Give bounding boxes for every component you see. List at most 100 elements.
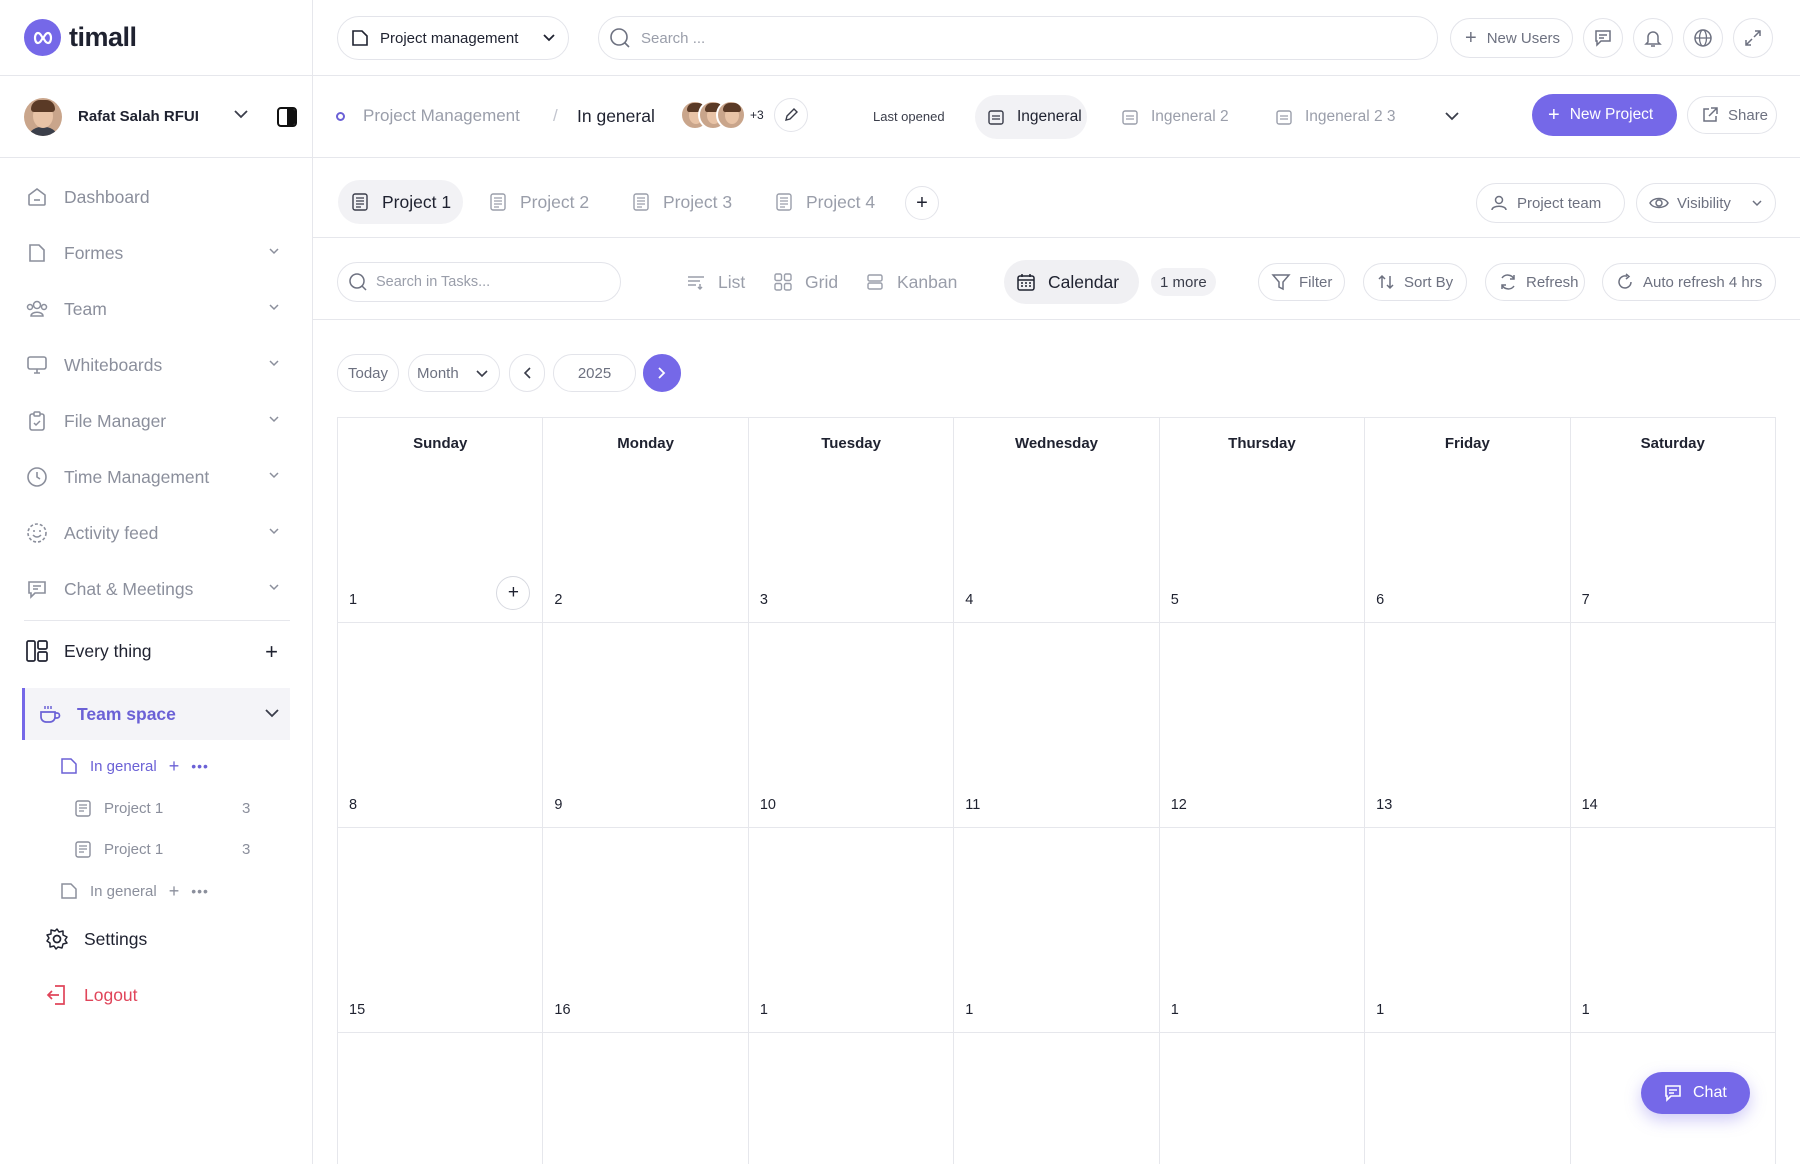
calendar-cell[interactable]: 11 (954, 623, 1160, 828)
chevron-down-icon[interactable] (233, 109, 249, 119)
sidebar-sub-in-general[interactable]: In general + ••• (58, 755, 209, 777)
calendar-cell[interactable]: 1 (1159, 828, 1366, 1033)
sidebar-item-settings[interactable]: Settings (44, 917, 310, 961)
more-views-badge[interactable]: 1 more (1151, 268, 1216, 296)
task-search-input[interactable]: Search in Tasks... (337, 262, 621, 302)
add-icon[interactable]: + (265, 639, 278, 665)
chevron-down-icon[interactable] (268, 415, 280, 423)
theme-toggle-icon[interactable] (277, 107, 297, 127)
tab-ingeneral[interactable]: Ingeneral (975, 95, 1087, 139)
calendar-cell[interactable] (543, 1033, 749, 1164)
sidebar-sub-project[interactable]: Project 1 3 (72, 838, 250, 860)
calendar-cell[interactable]: Monday 2 (543, 418, 749, 623)
sidebar-item-team[interactable]: Team (24, 287, 290, 331)
chevron-down-icon[interactable] (1444, 111, 1460, 121)
add-icon[interactable]: + (169, 756, 180, 777)
calendar-cell[interactable]: Friday 6 (1365, 418, 1571, 623)
calendar-cell[interactable]: 16 (543, 828, 749, 1033)
sidebar-item-file-manager[interactable]: File Manager (24, 399, 290, 443)
members-extra-count[interactable]: +3 (750, 108, 764, 122)
refresh-button[interactable]: Refresh (1485, 263, 1585, 301)
calendar-cell[interactable]: Tuesday 3 (748, 418, 955, 623)
sidebar-item-formes[interactable]: Formes (24, 231, 290, 275)
add-icon[interactable]: + (169, 881, 180, 902)
edit-button[interactable] (774, 98, 808, 132)
new-project-button[interactable]: + New Project (1532, 94, 1677, 136)
calendar-cell[interactable]: 9 (543, 623, 749, 828)
visibility-dropdown[interactable]: Visibility (1636, 183, 1776, 223)
new-users-button[interactable]: + New Users (1450, 18, 1573, 58)
project-select[interactable]: Project management (337, 16, 569, 60)
calendar-cell[interactable]: 10 (748, 623, 955, 828)
calendar-cell[interactable]: 13 (1365, 623, 1571, 828)
tab-project-1[interactable]: Project 1 (338, 180, 463, 224)
sidebar-item-whiteboards[interactable]: Whiteboards (24, 343, 290, 387)
more-icon[interactable]: ••• (191, 883, 209, 899)
calendar-cell[interactable] (338, 1033, 544, 1164)
add-event-button[interactable]: + (496, 576, 531, 610)
logo[interactable]: timall (0, 0, 312, 76)
sidebar-sub-project[interactable]: Project 1 3 (72, 797, 250, 819)
calendar-cell[interactable]: Thursday 5 (1159, 418, 1366, 623)
messages-button[interactable] (1583, 18, 1623, 58)
fullscreen-button[interactable] (1733, 18, 1773, 58)
sidebar-item-activity-feed[interactable]: Activity feed (24, 511, 290, 555)
sidebar-item-team-space[interactable]: Team space (22, 688, 290, 740)
member-avatars[interactable] (680, 100, 746, 130)
more-icon[interactable]: ••• (191, 758, 209, 774)
sort-button[interactable]: Sort By (1363, 263, 1467, 301)
view-grid[interactable]: Grid (761, 260, 838, 304)
tab-ingeneral-2[interactable]: Ingeneral 2 (1109, 95, 1229, 139)
chevron-down-icon[interactable] (268, 359, 280, 367)
sidebar-item-time-management[interactable]: Time Management (24, 455, 290, 499)
calendar-cell[interactable]: 14 (1570, 623, 1776, 828)
calendar-cell[interactable] (1365, 1033, 1571, 1164)
calendar-cell[interactable] (954, 1033, 1160, 1164)
chevron-down-icon[interactable] (268, 247, 280, 255)
sidebar-item-every-thing[interactable]: Every thing + (24, 629, 290, 673)
user-profile[interactable]: Rafat Salah RFUI (0, 76, 312, 158)
global-search-input[interactable]: Search ... (598, 16, 1438, 60)
calendar-cell[interactable]: 1 (1365, 828, 1571, 1033)
tab-project-3[interactable]: Project 3 (619, 180, 732, 224)
auto-refresh-button[interactable]: Auto refresh 4 hrs (1602, 263, 1776, 301)
tab-project-2[interactable]: Project 2 (476, 180, 589, 224)
calendar-cell[interactable]: 1 (954, 828, 1160, 1033)
calendar-cell[interactable]: 1 (1570, 828, 1776, 1033)
calendar-cell[interactable]: 1 (748, 828, 955, 1033)
calendar-cell[interactable] (1160, 1033, 1366, 1164)
chevron-down-icon[interactable] (268, 471, 280, 479)
calendar-cell[interactable]: 8 (338, 623, 544, 828)
calendar-cell[interactable]: Sunday 1 + (338, 418, 544, 623)
sidebar-item-chat-meetings[interactable]: Chat & Meetings (24, 567, 290, 611)
language-button[interactable] (1683, 18, 1723, 58)
calendar-cell[interactable]: 15 (338, 828, 544, 1033)
calendar-cell[interactable]: Saturday 7 (1570, 418, 1776, 623)
month-select[interactable]: Month (408, 354, 500, 392)
view-list[interactable]: List (674, 260, 745, 304)
add-tab-button[interactable]: + (905, 186, 939, 220)
prev-button[interactable] (509, 354, 545, 392)
breadcrumb-root[interactable]: Project Management (363, 106, 520, 126)
year-display[interactable]: 2025 (553, 354, 636, 392)
sidebar-sub-in-general[interactable]: In general + ••• (58, 880, 209, 902)
view-calendar[interactable]: Calendar (1004, 260, 1139, 304)
tab-project-4[interactable]: Project 4 (762, 180, 875, 224)
today-button[interactable]: Today (337, 354, 399, 392)
calendar-cell[interactable]: 12 (1159, 623, 1366, 828)
tab-ingeneral-2-3[interactable]: Ingeneral 2 3 (1263, 95, 1396, 139)
chevron-down-icon[interactable] (268, 527, 280, 535)
sidebar-item-dashboard[interactable]: Dashboard (24, 175, 290, 219)
next-button[interactable] (643, 354, 681, 392)
filter-button[interactable]: Filter (1258, 263, 1345, 301)
notifications-button[interactable] (1633, 18, 1673, 58)
calendar-cell[interactable] (749, 1033, 955, 1164)
chevron-down-icon[interactable] (264, 708, 280, 718)
chat-button[interactable]: Chat (1641, 1072, 1750, 1114)
project-team-button[interactable]: Project team (1476, 183, 1625, 223)
view-kanban[interactable]: Kanban (853, 260, 957, 304)
share-button[interactable]: Share (1687, 96, 1777, 134)
chevron-down-icon[interactable] (268, 583, 280, 591)
calendar-cell[interactable]: Wednesday 4 (954, 418, 1160, 623)
sidebar-item-logout[interactable]: Logout (44, 973, 310, 1017)
